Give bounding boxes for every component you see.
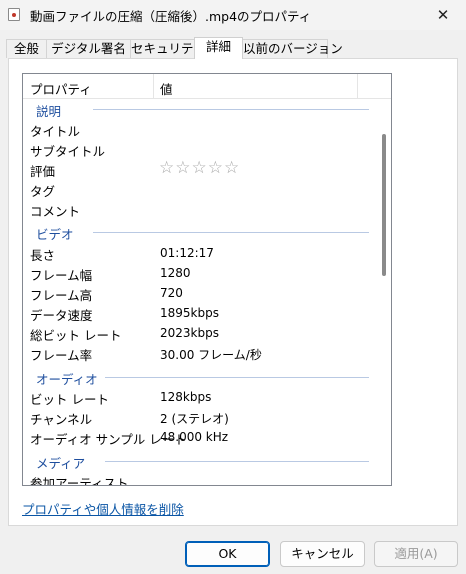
property-value[interactable]: 01:12:17 bbox=[160, 246, 214, 260]
group-divider bbox=[93, 232, 369, 233]
list-item[interactable]: フレーム高 720 bbox=[23, 283, 375, 303]
column-divider[interactable] bbox=[153, 74, 154, 98]
list-item[interactable]: フレーム率 30.00 フレーム/秒 bbox=[23, 343, 375, 363]
column-header-value[interactable]: 値 bbox=[160, 79, 173, 98]
list-item[interactable]: フレーム幅 1280 bbox=[23, 263, 375, 283]
group-label: ビデオ bbox=[36, 224, 78, 243]
column-divider[interactable] bbox=[357, 74, 358, 98]
group-divider bbox=[105, 377, 369, 378]
group-audio[interactable]: オーディオ bbox=[23, 369, 375, 388]
group-video[interactable]: ビデオ bbox=[23, 224, 375, 243]
group-divider bbox=[93, 109, 369, 110]
list-item[interactable]: 評価 ☆☆☆☆☆ bbox=[23, 158, 375, 179]
list-item[interactable]: 参加アーティスト bbox=[23, 471, 375, 486]
group-description[interactable]: 説明 bbox=[23, 101, 375, 120]
group-divider bbox=[105, 461, 369, 462]
list-item[interactable]: ビット レート 128kbps bbox=[23, 387, 375, 407]
group-media[interactable]: メディア bbox=[23, 453, 375, 472]
list-item[interactable]: コメント bbox=[23, 199, 375, 219]
vertical-scrollbar[interactable] bbox=[377, 98, 391, 485]
property-name: フレーム率 bbox=[30, 348, 93, 363]
cancel-button[interactable]: キャンセル bbox=[280, 541, 365, 567]
list-item[interactable]: オーディオ サンプル レート 48.000 kHz bbox=[23, 427, 375, 447]
property-name: 評価 bbox=[30, 164, 56, 179]
property-name: データ速度 bbox=[30, 308, 93, 323]
property-value[interactable]: 48.000 kHz bbox=[160, 430, 228, 444]
property-name: サブタイトル bbox=[30, 144, 106, 159]
property-name: タイトル bbox=[30, 124, 81, 139]
property-value[interactable]: 128kbps bbox=[160, 390, 211, 404]
property-name: フレーム高 bbox=[30, 288, 93, 303]
apply-button[interactable]: 適用(A) bbox=[374, 541, 458, 567]
video-file-icon bbox=[8, 8, 20, 21]
property-name: チャンネル bbox=[30, 412, 93, 427]
rating-stars[interactable]: ☆☆☆☆☆ bbox=[159, 158, 240, 178]
tab-security[interactable]: セキュリティ bbox=[130, 39, 205, 58]
property-value[interactable]: 30.00 フレーム/秒 bbox=[160, 346, 262, 363]
property-name: タグ bbox=[30, 184, 56, 199]
remove-properties-link[interactable]: プロパティや個人情報を削除 bbox=[22, 499, 184, 518]
window-title: 動画ファイルの圧縮（圧縮後）.mp4のプロパティ bbox=[30, 9, 312, 24]
close-button[interactable]: ✕ bbox=[420, 0, 466, 30]
property-name: 参加アーティスト bbox=[30, 476, 129, 486]
tab-details[interactable]: 詳細 bbox=[194, 37, 243, 59]
list-item[interactable]: データ速度 1895kbps bbox=[23, 303, 375, 323]
group-label: 説明 bbox=[36, 101, 66, 120]
properties-list[interactable]: プロパティ 値 説明 タイトル サブタイトル 評価 ☆☆☆☆☆ タグ コメント ビ… bbox=[22, 73, 392, 486]
group-label: メディア bbox=[36, 453, 90, 472]
list-item[interactable]: タイトル bbox=[23, 119, 375, 139]
ok-button[interactable]: OK bbox=[185, 541, 270, 567]
list-item[interactable]: 長さ 01:12:17 bbox=[23, 243, 375, 263]
title-bar: 動画ファイルの圧縮（圧縮後）.mp4のプロパティ ✕ bbox=[0, 0, 466, 30]
list-item[interactable]: 総ビット レート 2023kbps bbox=[23, 323, 375, 343]
property-name: フレーム幅 bbox=[30, 268, 93, 283]
scrollbar-thumb[interactable] bbox=[382, 134, 386, 276]
list-item[interactable]: チャンネル 2 (ステレオ) bbox=[23, 407, 375, 427]
column-header-property[interactable]: プロパティ bbox=[30, 79, 92, 98]
property-value[interactable]: 1280 bbox=[160, 266, 191, 280]
property-name: 長さ bbox=[30, 248, 56, 263]
property-value[interactable]: 1895kbps bbox=[160, 306, 219, 320]
list-header: プロパティ 値 bbox=[23, 74, 391, 99]
property-value[interactable]: 720 bbox=[160, 286, 183, 300]
list-item[interactable]: サブタイトル bbox=[23, 139, 375, 159]
property-value[interactable]: 2023kbps bbox=[160, 326, 219, 340]
property-value[interactable]: 2 (ステレオ) bbox=[160, 410, 229, 427]
property-name: 総ビット レート bbox=[30, 328, 122, 343]
property-name: ビット レート bbox=[30, 392, 109, 407]
list-item[interactable]: タグ bbox=[23, 179, 375, 199]
group-label: オーディオ bbox=[36, 369, 102, 388]
tab-previous-versions[interactable]: 以前のバージョン bbox=[242, 39, 343, 58]
tab-general[interactable]: 全般 bbox=[6, 39, 47, 58]
property-name: コメント bbox=[30, 204, 81, 219]
tab-digital-signatures[interactable]: デジタル署名 bbox=[46, 39, 131, 58]
